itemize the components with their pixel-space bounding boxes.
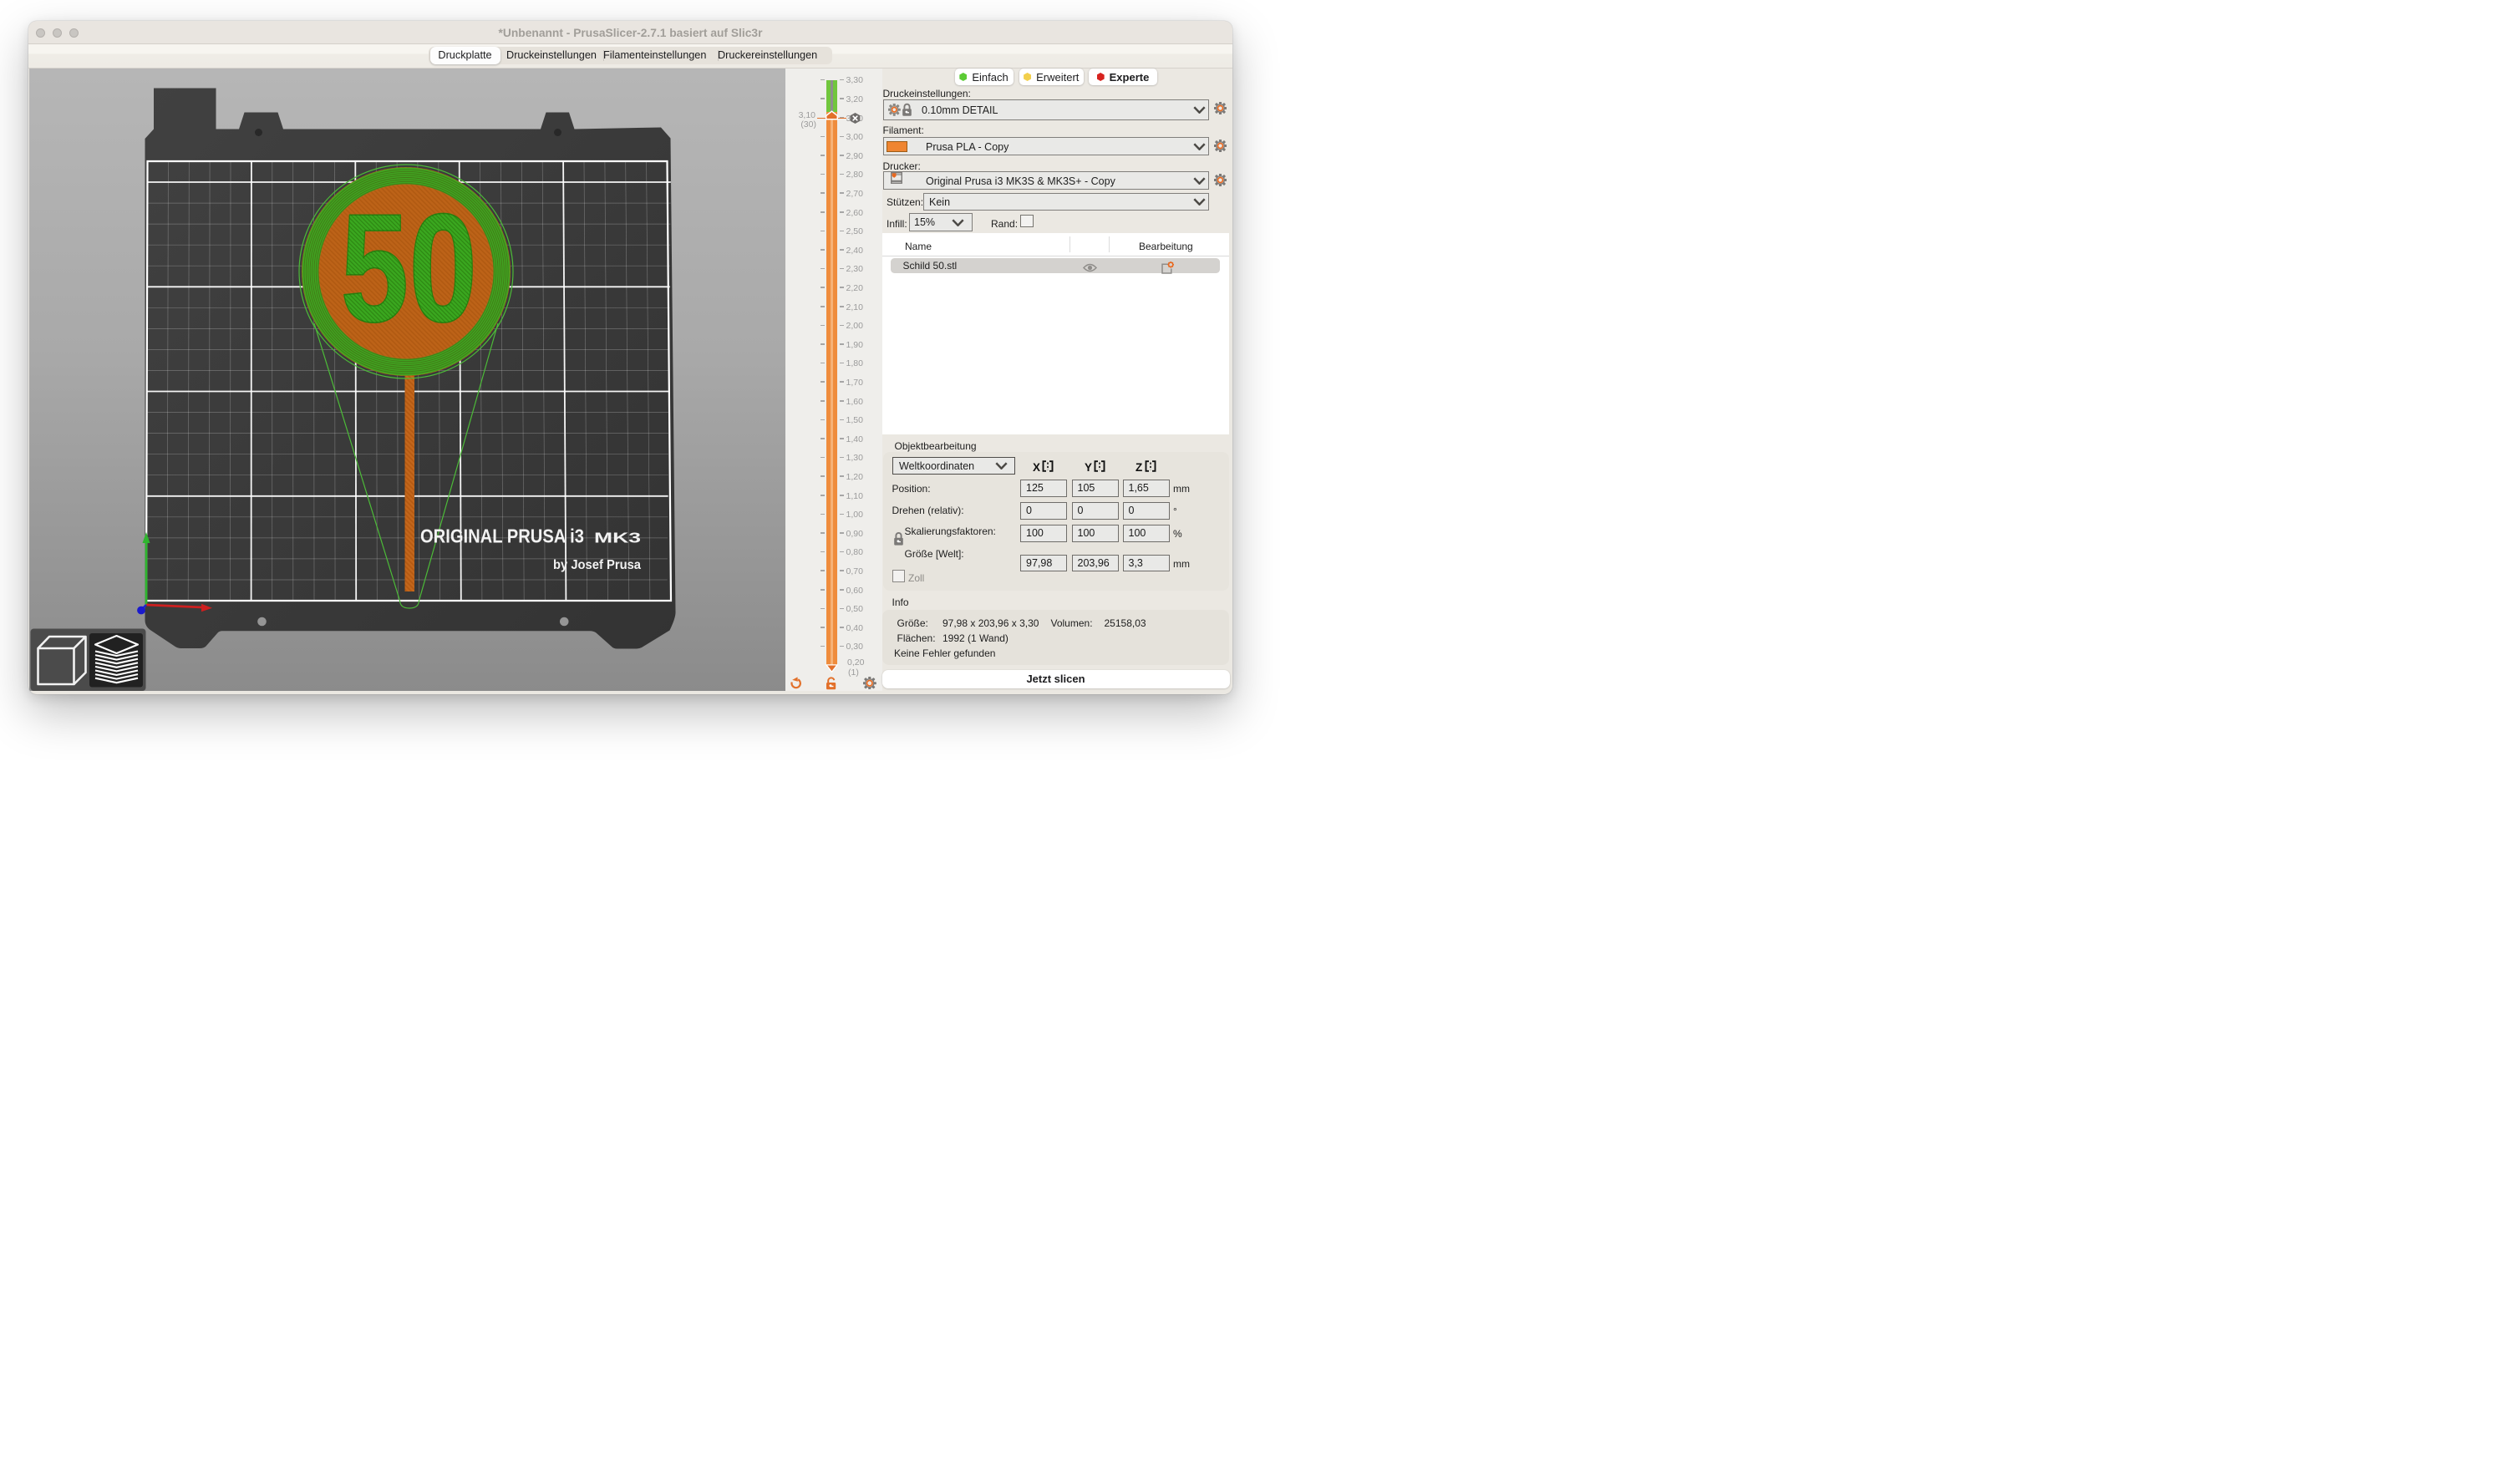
svg-text:50: 50 xyxy=(340,183,477,355)
svg-text:MK3: MK3 xyxy=(594,530,641,546)
svg-text:by Josef Prusa: by Josef Prusa xyxy=(553,558,641,572)
svg-text:ORIGINAL PRUSA i3: ORIGINAL PRUSA i3 xyxy=(420,525,584,547)
